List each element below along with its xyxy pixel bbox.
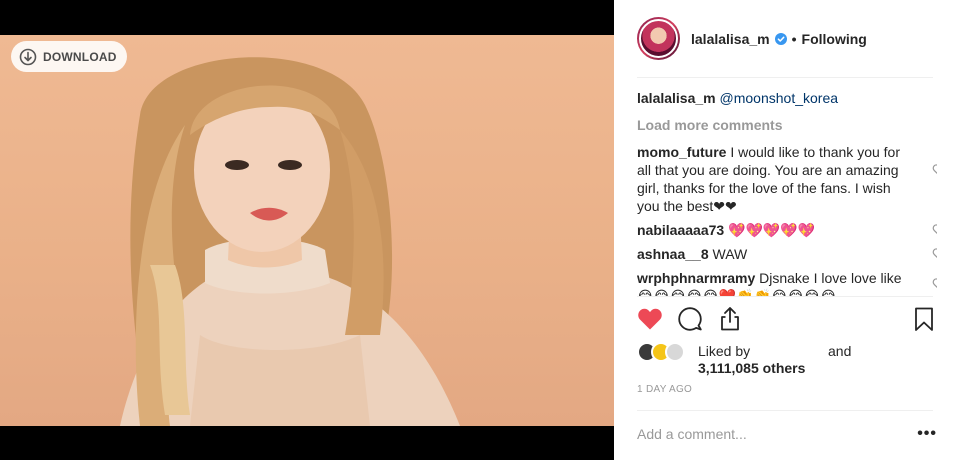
comments-divider — [637, 296, 933, 297]
comment-text: 💖💖💖💖💖 — [724, 222, 816, 238]
liked-by-user-hidden — [754, 346, 814, 356]
liker-avatars[interactable] — [637, 342, 695, 362]
comment-like-icon[interactable] — [932, 247, 937, 261]
comment-item: momo_future I would like to thank you fo… — [637, 143, 937, 215]
comment-username[interactable]: nabilaaaaa73 — [637, 222, 724, 238]
add-comment-input[interactable] — [637, 425, 887, 443]
portrait-illustration — [120, 57, 460, 426]
more-options-button[interactable]: ••• — [917, 425, 937, 443]
caption-username[interactable]: lalalalisa_m — [637, 90, 716, 106]
share-icon[interactable] — [716, 305, 744, 333]
avatar-image — [639, 19, 678, 58]
download-label: DOWNLOAD — [43, 49, 117, 64]
download-button[interactable]: DOWNLOAD — [11, 41, 127, 72]
caption-mention[interactable]: @moonshot_korea — [720, 90, 839, 106]
likes-summary: Liked by and 3,111,085 others — [637, 340, 937, 380]
comment-item: ashnaa__8 WAW — [637, 245, 937, 263]
author-username[interactable]: lalalalisa_m — [691, 31, 770, 47]
liker-avatar — [665, 342, 685, 362]
post-photo[interactable] — [0, 35, 614, 426]
comment-like-icon[interactable] — [932, 163, 937, 177]
like-count[interactable]: 3,111,085 others — [698, 360, 805, 376]
save-bookmark-icon[interactable] — [910, 305, 938, 333]
separator-dot: • — [791, 31, 797, 47]
post-header: lalalalisa_m • Following — [614, 0, 956, 78]
comment-item: wrphphnarmramy Djsnake I love love like … — [637, 269, 937, 296]
liked-by-prefix: Liked by — [698, 343, 751, 359]
footer-divider — [637, 410, 933, 411]
comment-like-icon[interactable] — [932, 277, 937, 291]
comment-text: WAW — [708, 246, 748, 262]
liked-by-label: Liked by — [698, 343, 814, 359]
liked-and-label: and — [828, 343, 852, 359]
comment-icon[interactable] — [676, 305, 704, 333]
comment-username[interactable]: wrphphnarmramy — [637, 270, 755, 286]
comment-item: nabilaaaaa73 💖💖💖💖💖 — [637, 221, 937, 239]
post-timestamp[interactable]: 1 DAY AGO — [637, 384, 692, 395]
post-caption: lalalalisa_m @moonshot_korea — [637, 89, 937, 107]
post-sidebar: lalalalisa_m • Following lalalalisa_m @m… — [614, 0, 956, 460]
action-bar — [636, 305, 936, 333]
comment-like-icon[interactable] — [932, 223, 937, 237]
like-heart-icon[interactable] — [636, 305, 664, 333]
comment-username[interactable]: ashnaa__8 — [637, 246, 709, 262]
verified-badge-icon — [774, 33, 787, 45]
load-more-comments-button[interactable]: Load more comments — [637, 116, 937, 134]
author-row: lalalalisa_m • Following — [691, 31, 867, 47]
following-button[interactable]: Following — [802, 31, 867, 47]
author-avatar[interactable] — [637, 17, 680, 60]
instagram-post-view: DOWNLOAD lalalalisa_m • Following lalala… — [0, 0, 956, 460]
photo-panel: DOWNLOAD — [0, 0, 614, 460]
comment-username[interactable]: momo_future — [637, 144, 726, 160]
add-comment-bar: ••• — [637, 425, 937, 445]
download-icon — [19, 48, 37, 65]
comments-list[interactable]: lalalalisa_m @moonshot_korea Load more c… — [637, 89, 937, 296]
header-divider — [637, 77, 933, 78]
